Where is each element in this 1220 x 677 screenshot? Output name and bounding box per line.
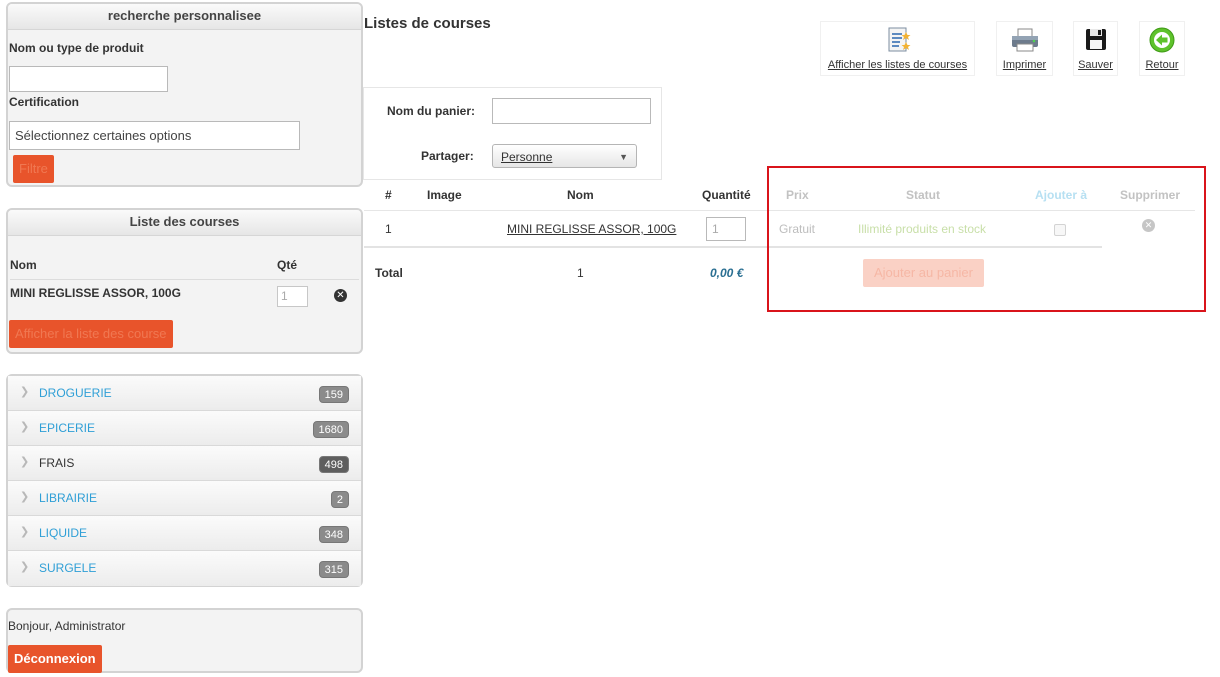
product-label: Nom ou type de produit (9, 41, 144, 55)
category-epicerie[interactable]: ❯ EPICERIE 1680 (8, 411, 361, 446)
remove-item-icon[interactable]: ✕ (334, 289, 347, 302)
category-count-badge: 2 (330, 491, 349, 508)
save-button[interactable]: Sauver (1073, 21, 1118, 76)
logout-button[interactable]: Déconnexion (8, 645, 102, 673)
chevron-down-icon: ❯ (20, 526, 30, 538)
chevron-down-icon: ❯ (20, 421, 30, 433)
category-count-badge: 315 (318, 561, 349, 578)
chevron-down-icon: ❯ (20, 491, 30, 503)
total-label: Total (375, 266, 403, 280)
show-lists-button[interactable]: Afficher les listes de courses (820, 21, 975, 76)
print-button[interactable]: Imprimer (996, 21, 1053, 76)
user-greeting: Bonjour, Administrator (8, 619, 126, 633)
col-header-quantity: Quantité (702, 188, 751, 202)
category-liquide[interactable]: ❯ LIQUIDE 348 (8, 516, 361, 551)
category-count-badge: 159 (318, 386, 349, 403)
print-label: Imprimer (1002, 59, 1047, 71)
row-qty-input[interactable]: 1 (706, 217, 746, 241)
save-label: Sauver (1078, 59, 1113, 71)
search-panel-title: recherche personnalisee (8, 4, 361, 30)
certification-placeholder: Sélectionnez certaines options (15, 128, 192, 143)
dropdown-arrow-icon: ▼ (619, 152, 628, 162)
user-panel: Bonjour, Administrator Déconnexion (6, 608, 363, 673)
shopping-list-panel: Liste des courses Nom Qté MINI REGLISSE … (6, 208, 363, 354)
product-input[interactable] (9, 66, 168, 92)
basket-name-input[interactable] (492, 98, 651, 124)
col-header-name: Nom (567, 188, 594, 202)
category-count-badge: 1680 (312, 421, 349, 438)
category-count-badge: 498 (318, 456, 349, 473)
shopping-list-title: Liste des courses (8, 210, 361, 236)
category-librairie[interactable]: ❯ LIBRAIRIE 2 (8, 481, 361, 516)
category-label: EPICERIE (39, 421, 96, 435)
row-qty-value: 1 (712, 222, 719, 236)
list-document-icon (884, 26, 912, 57)
basket-form: Nom du panier: Partager: Personne ▼ (363, 87, 662, 180)
highlight-box (767, 166, 1206, 312)
category-label: DROGUERIE (39, 386, 112, 400)
back-label: Retour (1145, 59, 1179, 71)
chevron-down-icon: ❯ (20, 561, 30, 573)
list-item-name: MINI REGLISSE ASSOR, 100G (10, 286, 181, 300)
show-lists-label: Afficher les listes de courses (827, 59, 968, 71)
back-arrow-icon (1148, 26, 1176, 57)
list-divider (10, 279, 359, 280)
category-label: LIBRAIRIE (39, 491, 98, 505)
chevron-down-icon: ❯ (20, 386, 30, 398)
show-list-button[interactable]: Afficher la liste des course (9, 320, 173, 348)
floppy-disk-icon (1083, 26, 1109, 57)
category-frais[interactable]: ❯ FRAIS 498 (8, 446, 361, 481)
total-amount: 0,00 € (710, 266, 744, 280)
total-count: 1 (577, 266, 584, 280)
col-header-index: # (385, 188, 392, 202)
list-col-name: Nom (10, 258, 37, 272)
category-panel: ❯ DROGUERIE 159 ❯ EPICERIE 1680 ❯ FRAIS … (6, 374, 363, 587)
printer-icon (1010, 26, 1040, 57)
category-surgele[interactable]: ❯ SURGELE 315 (8, 551, 361, 586)
row-product-link[interactable]: MINI REGLISSE ASSOR, 100G (507, 222, 676, 236)
certification-label: Certification (9, 95, 80, 109)
share-selected-value: Personne (501, 150, 553, 164)
share-select[interactable]: Personne ▼ (492, 144, 637, 168)
certification-multiselect[interactable]: Sélectionnez certaines options (9, 121, 300, 150)
list-item-qty-input[interactable]: 1 (277, 286, 308, 307)
row-index: 1 (385, 222, 392, 236)
page-title: Listes de courses (364, 15, 491, 32)
category-label: FRAIS (39, 456, 75, 470)
category-label: SURGELE (39, 561, 97, 575)
share-label: Partager: (421, 149, 474, 163)
category-droguerie[interactable]: ❯ DROGUERIE 159 (8, 376, 361, 411)
back-button[interactable]: Retour (1139, 21, 1185, 76)
basket-name-label: Nom du panier: (387, 104, 476, 118)
list-item-qty-value: 1 (281, 289, 288, 303)
category-count-badge: 348 (318, 526, 349, 543)
category-label: LIQUIDE (39, 526, 88, 540)
search-panel: recherche personnalisee Nom ou type de p… (6, 2, 363, 187)
col-header-image: Image (427, 188, 462, 202)
list-col-qty: Qté (277, 258, 298, 272)
chevron-down-icon: ❯ (20, 456, 30, 468)
filter-button[interactable]: Filtre (13, 155, 54, 183)
